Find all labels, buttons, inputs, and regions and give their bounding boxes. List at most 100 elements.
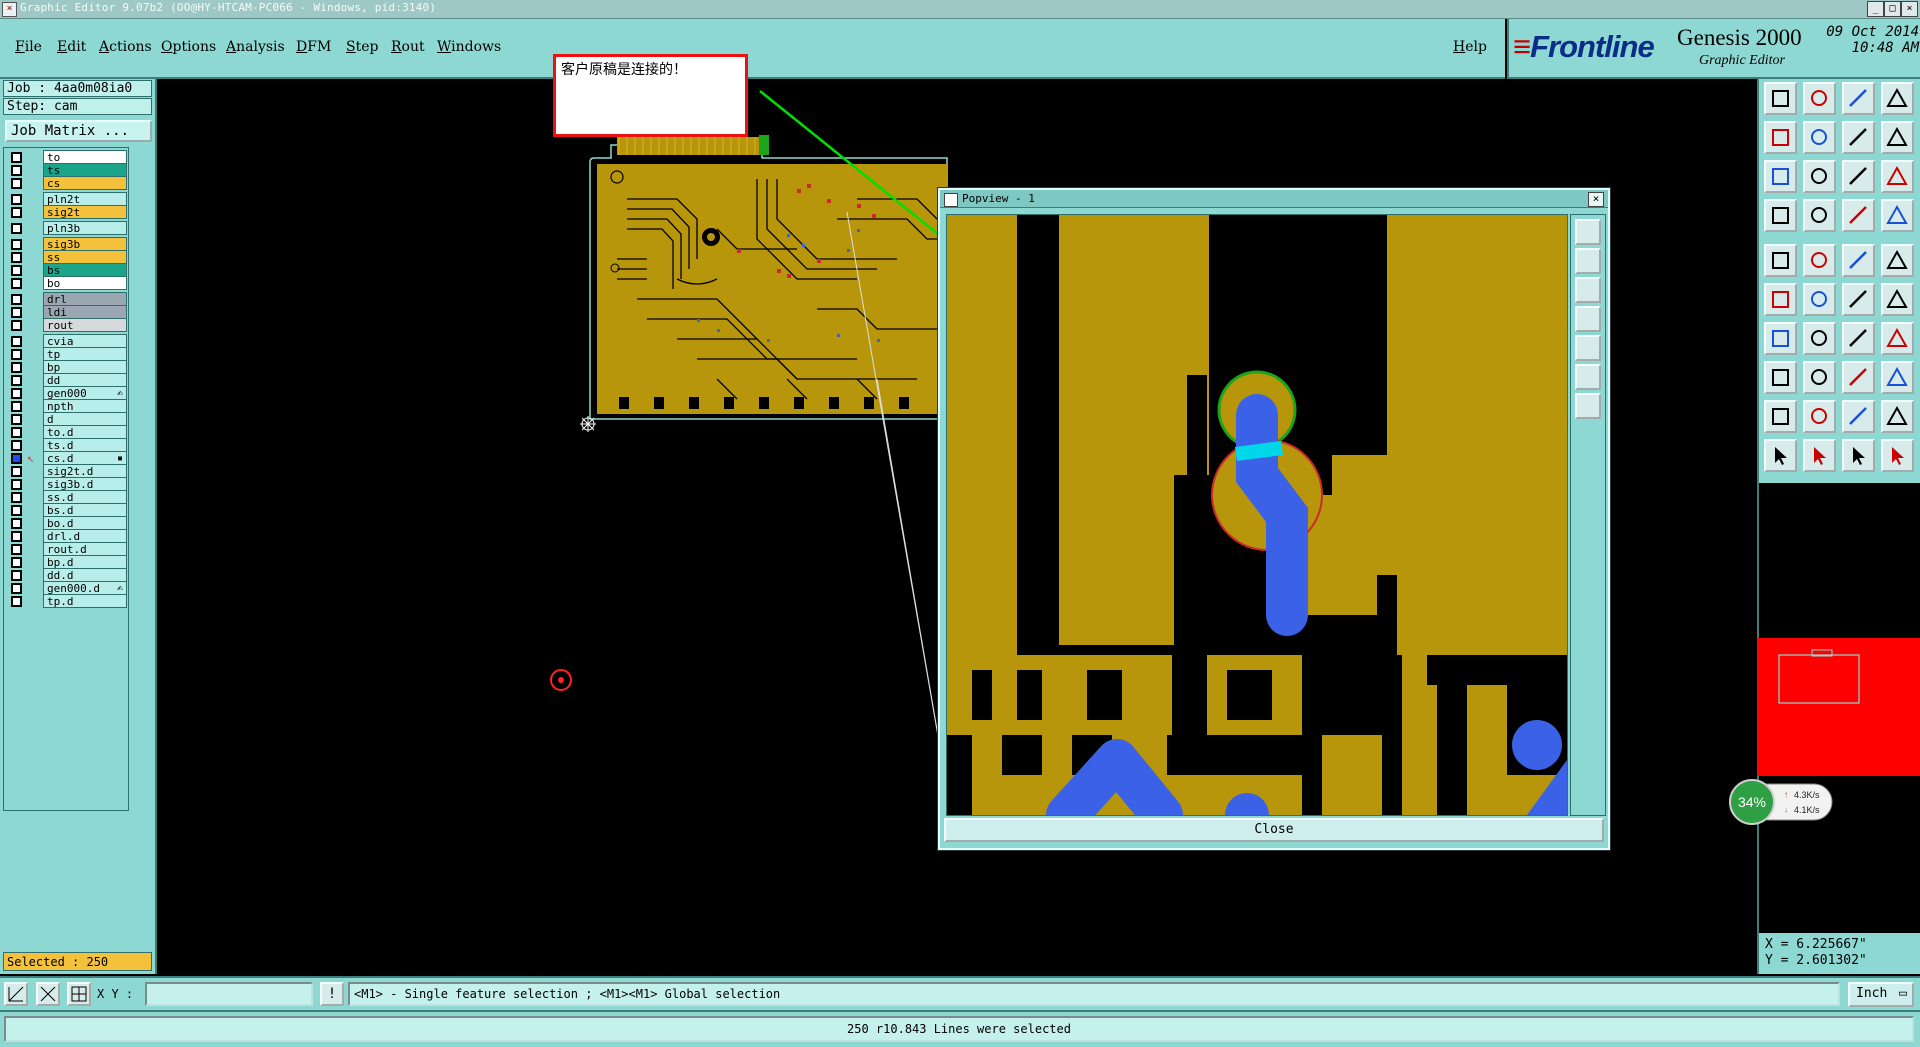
layer-name[interactable]: sig2t (43, 205, 127, 219)
layer-checkbox[interactable] (11, 165, 22, 176)
layer-row[interactable]: pln3b (4, 221, 128, 236)
layer-name[interactable]: cvia (43, 334, 127, 348)
network-speed-widget[interactable]: 34% ↑ 4.3K/s ↓ 4.1K/s (1728, 778, 1834, 826)
stretch-icon[interactable] (1881, 439, 1914, 472)
layer-name[interactable]: bp (43, 360, 127, 374)
layer-name[interactable]: rout (43, 318, 127, 332)
layer-checkbox[interactable] (11, 265, 22, 276)
layer-checkbox[interactable] (11, 278, 22, 289)
snap-icon[interactable] (4, 982, 28, 1006)
text-icon[interactable] (1881, 322, 1914, 355)
layer-name[interactable]: cs (43, 176, 127, 190)
popview-down-icon[interactable] (1575, 277, 1601, 303)
layer-checkbox[interactable] (11, 223, 22, 234)
overview-map[interactable] (1757, 638, 1920, 776)
layer-name[interactable]: drl (43, 292, 127, 306)
layer-checkbox[interactable] (11, 320, 22, 331)
layer-checkbox[interactable] (11, 239, 22, 250)
outline-icon[interactable] (1881, 400, 1914, 433)
measure-mode-icon[interactable] (36, 982, 60, 1006)
layer-name[interactable]: ts (43, 163, 127, 177)
layer-name[interactable]: ldi (43, 305, 127, 319)
layer-name[interactable]: pln2t (43, 192, 127, 206)
drag-icon[interactable] (1842, 439, 1875, 472)
redraw-icon[interactable] (1881, 121, 1914, 154)
layer-name[interactable]: to (43, 150, 127, 164)
minimize-button[interactable]: _ (1867, 1, 1884, 17)
maximize-button[interactable]: □ (1884, 1, 1901, 17)
layer-name[interactable]: ss (43, 250, 127, 264)
layer-name[interactable]: ts.d (43, 438, 127, 452)
layer-checkbox[interactable] (11, 375, 22, 386)
layer-row[interactable]: sig2t (4, 205, 128, 220)
window-icon[interactable] (1842, 121, 1875, 154)
info-icon[interactable]: ! (320, 982, 344, 1006)
menu-actions[interactable]: Actions (99, 39, 152, 55)
menu-edit[interactable]: Edit (57, 39, 86, 55)
menu-windows[interactable]: Windows (437, 39, 501, 55)
layer-checkbox[interactable] (11, 440, 22, 451)
menu-options[interactable]: Options (161, 39, 216, 55)
popview-close-icon[interactable]: × (1588, 192, 1604, 207)
open-step-icon[interactable] (1764, 82, 1797, 115)
layer-checkbox[interactable] (11, 466, 22, 477)
layer-name[interactable]: drl.d (43, 529, 127, 543)
save-icon[interactable] (1803, 82, 1836, 115)
layer-name[interactable]: bp.d (43, 555, 127, 569)
layer-checkbox[interactable] (11, 570, 22, 581)
layer-name[interactable]: bs (43, 263, 127, 277)
layer-name[interactable]: ss.d (43, 490, 127, 504)
layer-name[interactable]: dd.d (43, 568, 127, 582)
layer-name[interactable]: bo (43, 276, 127, 290)
zoom-right-icon[interactable] (1803, 121, 1836, 154)
menu-dfm[interactable]: DFM (296, 39, 331, 55)
layer-name[interactable]: tp (43, 347, 127, 361)
layer-checkbox[interactable] (11, 336, 22, 347)
layer-checkbox[interactable] (11, 178, 22, 189)
layer-row[interactable]: rout (4, 318, 128, 333)
graphic-control-icon[interactable] (1764, 199, 1797, 232)
layer-name[interactable]: dd (43, 373, 127, 387)
copy-icon[interactable] (1881, 361, 1914, 394)
layer-checkbox[interactable] (11, 427, 22, 438)
popview-fit-icon[interactable] (1575, 364, 1601, 390)
shape-add-icon[interactable] (1803, 244, 1836, 277)
layer-name[interactable]: cs.d ▪ (43, 451, 127, 465)
pad-add-icon[interactable] (1764, 244, 1797, 277)
layer-row[interactable]: cs (4, 176, 128, 191)
popview-zoom-icon[interactable] (1575, 219, 1601, 245)
line-draw-icon[interactable] (1764, 322, 1797, 355)
job-matrix-button[interactable]: Job Matrix ... (5, 120, 152, 142)
layer-name[interactable]: sig3b (43, 237, 127, 251)
connect-icon[interactable] (1842, 283, 1875, 316)
layer-checkbox[interactable] (11, 307, 22, 318)
popview-up-icon[interactable] (1575, 248, 1601, 274)
cross-icon[interactable] (1803, 283, 1836, 316)
measure-icon[interactable] (1842, 361, 1875, 394)
layer-name[interactable]: sig2t.d (43, 464, 127, 478)
menu-rout[interactable]: Rout (391, 39, 425, 55)
dash-icon[interactable] (1803, 361, 1836, 394)
layer-checkbox[interactable] (11, 544, 22, 555)
close-window-button[interactable]: × (1901, 1, 1918, 17)
layer-name[interactable]: tp.d (43, 594, 127, 608)
triangle-icon[interactable] (1764, 400, 1797, 433)
unit-selector[interactable]: Inch ▭ (1848, 982, 1914, 1007)
layer-checkbox[interactable] (11, 518, 22, 529)
layer-name[interactable]: rout.d (43, 542, 127, 556)
menu-file[interactable]: File (15, 39, 42, 55)
layer-checkbox[interactable] (11, 294, 22, 305)
layer-checkbox[interactable] (11, 414, 22, 425)
layer-checkbox[interactable] (11, 505, 22, 516)
popview-right-icon[interactable] (1575, 335, 1601, 361)
layer-name[interactable]: npth (43, 399, 127, 413)
popview-canvas[interactable] (946, 214, 1568, 816)
zoom-left-icon[interactable] (1764, 121, 1797, 154)
popview-close-button[interactable]: Close (944, 818, 1604, 842)
slope-icon[interactable] (1803, 400, 1836, 433)
target-icon[interactable] (1881, 244, 1914, 277)
layer-name[interactable]: bs.d (43, 503, 127, 517)
popview-center-icon[interactable] (1575, 393, 1601, 419)
layer-name[interactable]: sig3b.d (43, 477, 127, 491)
layer-name[interactable]: pln3b (43, 221, 127, 235)
